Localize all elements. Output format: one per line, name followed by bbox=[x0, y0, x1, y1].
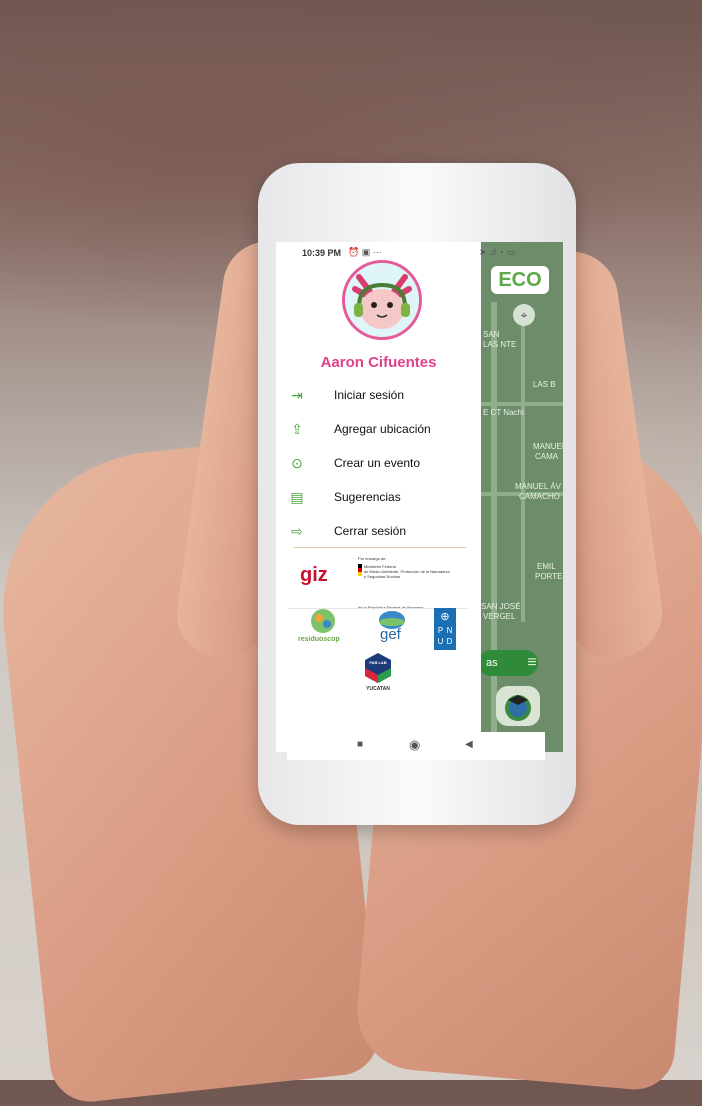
gef-logo: gef bbox=[374, 610, 414, 650]
ministry-line: y Seguridad Nuclear bbox=[364, 574, 401, 579]
fablab-text: FAB LAB bbox=[369, 660, 387, 665]
globe-icon bbox=[311, 609, 335, 633]
map-label: LAS NTE bbox=[483, 340, 517, 349]
pnud-letter: N bbox=[446, 626, 453, 635]
map-label: VERGEL bbox=[483, 612, 516, 621]
pnud-letter: P bbox=[437, 626, 444, 635]
partner-logos: giz Por encargo de: Ministerio Federal d… bbox=[276, 552, 481, 722]
divider bbox=[294, 547, 466, 548]
menu-item-add-location[interactable]: ⇪ Agregar ubicación bbox=[288, 418, 478, 442]
play-circle-icon: ⊙ bbox=[291, 455, 303, 471]
map-road bbox=[491, 302, 497, 742]
upload-location-icon: ⇪ bbox=[291, 421, 303, 437]
residuoscop-text: residuoscop bbox=[298, 636, 340, 643]
menu-item-label: Cerrar sesión bbox=[334, 524, 407, 538]
map-label: CAMA bbox=[535, 452, 559, 461]
home-icon[interactable]: ◉ bbox=[409, 737, 420, 753]
navigation-drawer: Aaron Cifuentes ⇥ Iniciar sesión ⇪ Agreg… bbox=[276, 242, 481, 752]
pnud-logo: ⊕ P N U D bbox=[434, 608, 456, 650]
giz-logo: giz bbox=[300, 564, 328, 586]
axolotl-avatar-icon bbox=[345, 263, 419, 337]
map-label: SAN JOSÉ bbox=[481, 602, 521, 611]
android-nav-bar: ■ ◉ ◀ bbox=[287, 732, 545, 760]
app-logo-badge: ECO bbox=[491, 266, 549, 294]
fablab-logo: FAB LAB YUCATAN bbox=[358, 652, 398, 696]
fablab-subtext: YUCATAN bbox=[366, 686, 390, 692]
menu-item-logout[interactable]: ⇨ Cerrar sesión bbox=[288, 520, 478, 544]
graduation-cap-icon bbox=[505, 695, 531, 721]
status-icons-right: ➤ .ıl ◔ ▭ bbox=[479, 247, 515, 257]
graduation-fab[interactable] bbox=[496, 686, 540, 726]
map-label: E CT Nachi bbox=[483, 408, 524, 417]
menu-item-suggestions[interactable]: ▤ Sugerencias bbox=[288, 486, 478, 510]
recent-apps-icon[interactable]: ■ bbox=[357, 739, 363, 750]
phone-screen: SAN LAS NTE LAS B E CT Nachi MANUEL CAMA… bbox=[276, 242, 563, 752]
map-label: MANUEL bbox=[533, 442, 563, 451]
map-label: MANUEL ÁV bbox=[515, 482, 561, 491]
map-road bbox=[521, 322, 525, 622]
locate-icon[interactable]: ⌖ bbox=[513, 304, 535, 326]
login-icon: ⇥ bbox=[291, 387, 303, 403]
ministry-logo: Por encargo de: Ministerio Federal de Me… bbox=[358, 556, 468, 610]
user-name: Aaron Cifuentes bbox=[320, 354, 437, 371]
residuoscop-logo: residuoscop bbox=[298, 608, 348, 648]
menu-item-label: Iniciar sesión bbox=[334, 388, 405, 402]
map-label: CAMACHO bbox=[519, 492, 560, 501]
menu-item-label: Crear un evento bbox=[334, 456, 421, 470]
german-flag-icon bbox=[358, 564, 362, 576]
suggestions-icon: ▤ bbox=[290, 489, 304, 505]
map-label: EMIL bbox=[537, 562, 556, 571]
map-label: PORTES bbox=[535, 572, 563, 581]
back-icon[interactable]: ◀ bbox=[465, 739, 473, 750]
menu-item-login[interactable]: ⇥ Iniciar sesión bbox=[288, 384, 478, 408]
status-time: 10:39 PM bbox=[302, 248, 342, 258]
pnud-letter: D bbox=[446, 637, 453, 646]
avatar[interactable] bbox=[342, 260, 422, 340]
menu-item-label: Sugerencias bbox=[334, 490, 401, 504]
status-bar: 10:39 PM ⏰ ▣ ··· ➤ .ıl ◔ ▭ bbox=[276, 242, 563, 262]
pnud-letter: U bbox=[437, 637, 444, 646]
menu-item-label: Agregar ubicación bbox=[334, 422, 431, 436]
un-emblem-icon: ⊕ bbox=[440, 611, 450, 623]
fablab-hexagon-icon bbox=[365, 653, 391, 683]
map-label: LAS B bbox=[533, 380, 556, 389]
gef-text: gef bbox=[380, 626, 401, 643]
ministry-top-text: Por encargo de: bbox=[358, 556, 387, 561]
map-label: SAN bbox=[483, 330, 500, 339]
logout-icon: ⇨ bbox=[291, 523, 303, 539]
status-icons-left: ⏰ ▣ ··· bbox=[348, 247, 382, 257]
menu-item-create-event[interactable]: ⊙ Crear un evento bbox=[288, 452, 478, 476]
menu-icon[interactable]: ≡ bbox=[521, 652, 543, 674]
